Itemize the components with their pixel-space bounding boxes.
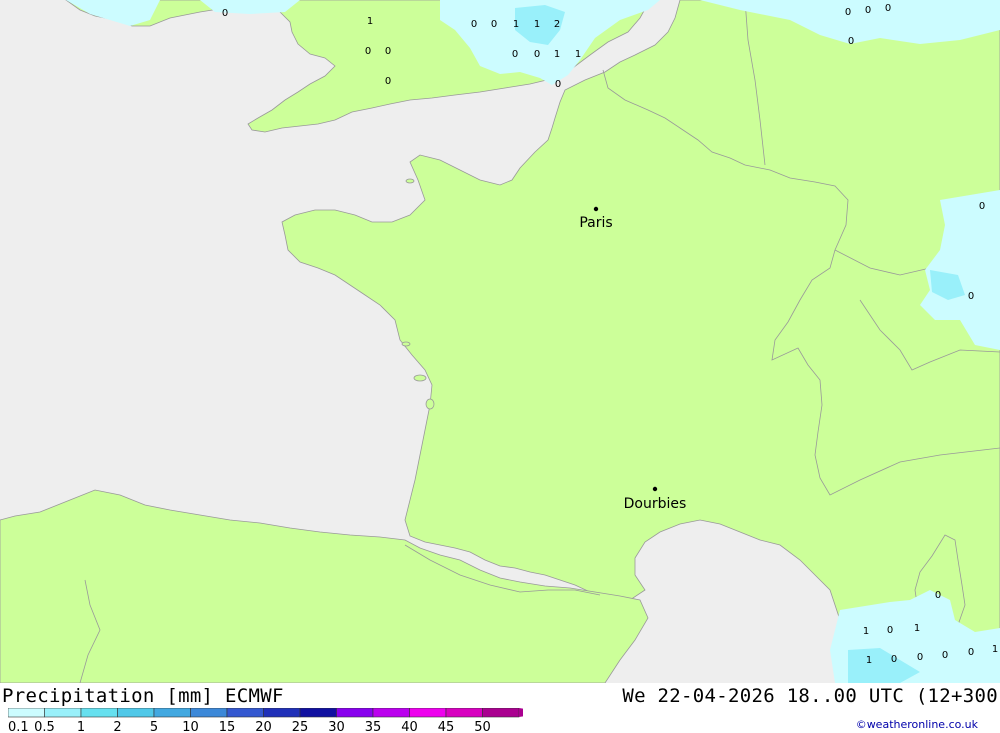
legend-swatch [299,708,337,718]
point-value: 0 [968,291,974,302]
point-value: 1 [554,49,560,60]
legend-label: 40 [401,720,418,733]
legend-arrow [519,708,523,717]
legend-label: 1 [77,720,85,733]
color-scale-legend: 0.1 0.5 1 2 5 10 15 20 25 30 35 40 45 50 [8,708,523,733]
city-label-dourbies: Dourbies [624,496,687,512]
legend-swatch [445,708,483,718]
point-value: 0 [885,3,891,14]
precipitation-map: Paris Dourbies 0 1 0 0 0 0 0 1 1 2 0 0 1… [0,0,1000,683]
legend-swatch [372,708,410,718]
city-marker-dourbies [652,486,658,492]
point-value: 1 [575,49,581,60]
legend-label: 50 [474,720,491,733]
point-value: 0 [385,46,391,57]
point-value: 0 [917,652,923,663]
point-value: 1 [992,644,998,655]
point-value: 1 [914,623,920,634]
point-value: 0 [385,76,391,87]
copyright-link[interactable]: ©weatheronline.co.uk [856,718,978,731]
legend-swatch [263,708,301,718]
point-value: 0 [848,36,854,47]
footer: Precipitation [mm] ECMWF We 22-04-2026 1… [0,683,1000,733]
point-value: 0 [555,79,561,90]
legend-swatch [409,708,447,718]
legend-label: 15 [219,720,236,733]
point-value: 1 [866,655,872,666]
legend-swatch [482,708,520,718]
point-value: 0 [845,7,851,18]
legend-label: 30 [328,720,345,733]
legend-swatch [336,708,374,718]
legend-label: 5 [150,720,158,733]
legend-swatch [226,708,264,718]
point-value: 0 [534,49,540,60]
legend-label: 0.1 [8,720,29,733]
point-value: 0 [222,8,228,19]
point-value: 0 [471,19,477,30]
legend-swatch [44,708,82,718]
legend-label: 20 [255,720,272,733]
legend-label: 10 [182,720,199,733]
legend-swatch [153,708,191,718]
point-value: 0 [968,647,974,658]
legend-swatch [80,708,118,718]
point-value: 0 [512,49,518,60]
city-label-paris: Paris [579,215,612,231]
point-value: 0 [935,590,941,601]
map-title: Precipitation [mm] ECMWF [2,685,284,707]
legend-swatch [117,708,155,718]
precip-area-north [200,0,300,14]
legend-swatch [190,708,228,718]
point-value: 1 [863,626,869,637]
point-value: 0 [891,654,897,665]
legend-swatch [8,708,45,718]
map-datetime: We 22-04-2026 18..00 UTC (12+300 [622,685,998,707]
point-value: 2 [554,19,560,30]
legend-label: 2 [113,720,121,733]
point-value: 0 [865,5,871,16]
point-value: 0 [491,19,497,30]
point-value: 0 [979,201,985,212]
point-value: 0 [365,46,371,57]
city-marker-paris [593,206,599,212]
legend-label: 35 [365,720,382,733]
point-value: 0 [887,625,893,636]
point-value: 0 [942,650,948,661]
point-value: 1 [367,16,373,27]
legend-label: 45 [438,720,455,733]
point-value: 1 [534,19,540,30]
point-value: 1 [513,19,519,30]
legend-label: 0.5 [34,720,55,733]
legend-label: 25 [292,720,309,733]
